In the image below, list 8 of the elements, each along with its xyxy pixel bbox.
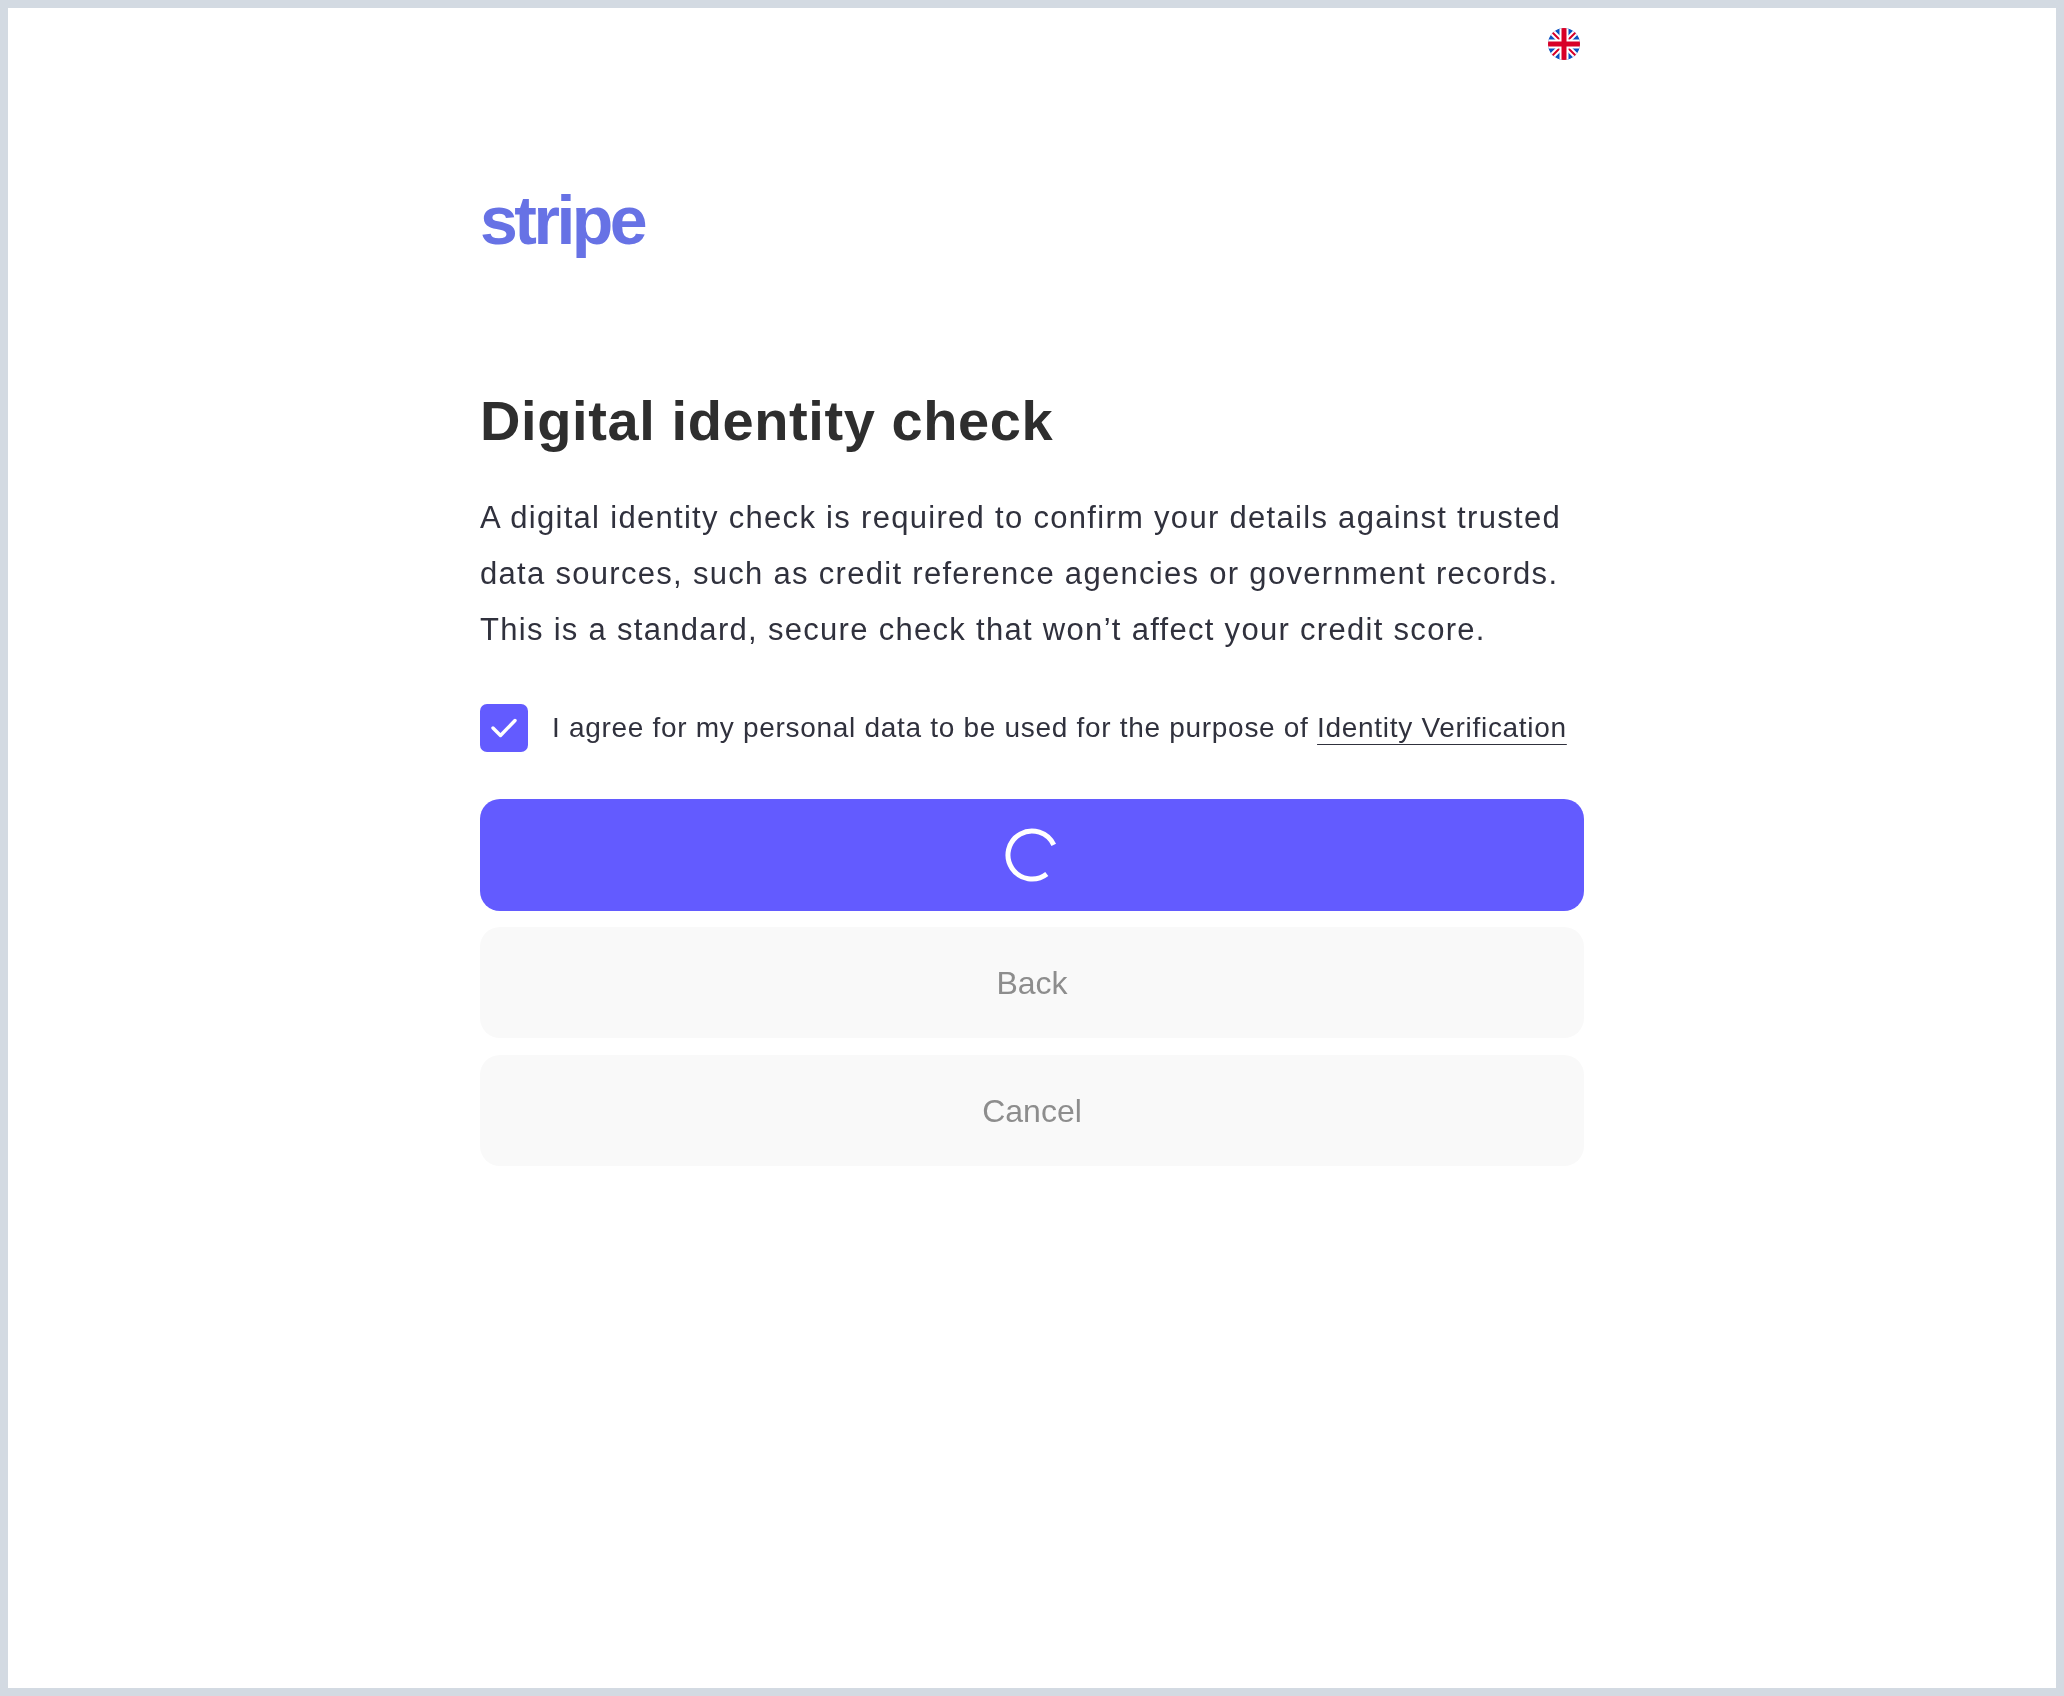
- flag-icon[interactable]: [1548, 28, 1580, 60]
- page-title: Digital identity check: [480, 388, 1054, 454]
- description-text: A digital identity check is required to confirm your details against trusted data sources, such as credit reference agencies or government records. This is a standard, secure check that won’t affect your credit score.: [480, 499, 1562, 649]
- checkbox[interactable]: [480, 704, 528, 752]
- logo: stripe: [480, 181, 646, 260]
- consent-text: I agree for my personal data to be used for the purpose of Identity Verification: [552, 711, 1567, 745]
- checkmark-icon: [491, 718, 517, 738]
- identity-verification-link[interactable]: Identity Verification: [1317, 712, 1567, 743]
